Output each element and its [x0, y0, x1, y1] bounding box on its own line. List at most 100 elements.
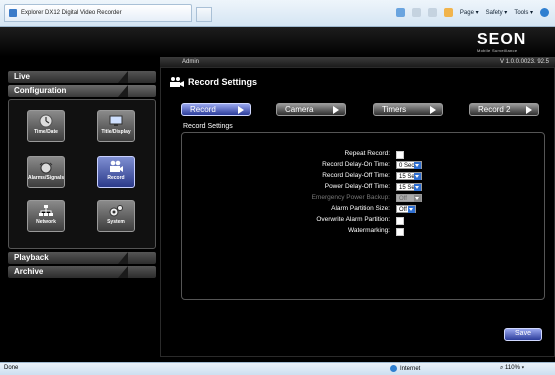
config-time-date-label: Time/Date	[34, 129, 58, 135]
partition-size-row: Alarm Partition Size: Off	[182, 205, 544, 215]
nav-live[interactable]: Live	[8, 71, 156, 83]
nav-playback-label: Playback	[14, 253, 49, 262]
dropdown-arrow-icon	[408, 206, 415, 213]
power-delay-label: Power Delay-Off Time:	[324, 183, 390, 190]
zoom-control[interactable]: ⌕ 110% ▾	[500, 365, 524, 372]
browser-status-bar: Done Internet ⌕ 110% ▾	[0, 362, 555, 375]
dropdown-arrow-icon	[414, 173, 421, 180]
config-system-label: System	[107, 219, 125, 225]
tab-arrow-icon	[526, 106, 532, 114]
emergency-power-value: Off	[399, 196, 407, 202]
overwrite-row: Overwrite Alarm Partition:	[182, 216, 544, 226]
seon-logo: SEON Mobile Surveillance	[477, 32, 545, 54]
tab-arrow-icon	[238, 106, 244, 114]
nav-configuration-tab-edge	[118, 85, 128, 97]
nav-archive-label: Archive	[14, 267, 44, 276]
overwrite-label: Overwrite Alarm Partition:	[316, 216, 390, 223]
config-title-display-button[interactable]: Title/Display	[97, 110, 135, 142]
delay-off-select[interactable]: 15 Sec.	[396, 172, 422, 180]
help-icon[interactable]	[540, 8, 549, 17]
emergency-power-label: Emergency Power Backup:	[311, 194, 390, 201]
tab-camera[interactable]: Camera	[276, 103, 346, 116]
save-button[interactable]: Save	[504, 328, 542, 341]
settings-tabs: Record Camera Timers Record 2	[181, 103, 541, 117]
page-menu[interactable]: Page ▾	[460, 9, 479, 16]
tab-record-2[interactable]: Record 2	[469, 103, 539, 116]
emergency-power-select: Off	[396, 194, 422, 202]
record-settings-box: Repeat Record: Record Delay-On Time: 0 S…	[181, 132, 545, 300]
nav-configuration[interactable]: Configuration	[8, 85, 156, 97]
page-title-text: Record Settings	[188, 77, 258, 87]
config-record-button[interactable]: Record	[97, 156, 135, 188]
config-network-button[interactable]: Network	[27, 200, 65, 232]
dropdown-arrow-icon	[414, 162, 421, 169]
power-delay-select[interactable]: 15 Sec.	[396, 183, 422, 191]
logo-word: SEON	[477, 31, 527, 48]
nav-configuration-label: Configuration	[14, 86, 67, 95]
dropdown-arrow-icon	[414, 184, 421, 191]
user-label: Admin	[182, 59, 200, 65]
tab-record-label: Record	[190, 105, 216, 114]
config-alarms-signals-button[interactable]: Alarms/Signals	[27, 156, 65, 188]
tools-menu[interactable]: Tools ▾	[514, 9, 533, 16]
partition-size-select[interactable]: Off	[396, 205, 416, 213]
delay-off-row: Record Delay-Off Time: 15 Sec.	[182, 172, 544, 182]
page-title: Record Settings	[169, 76, 257, 88]
globe-icon	[390, 365, 397, 372]
logo-tagline: Mobile Surveillance	[477, 48, 518, 53]
watermarking-label: Watermarking:	[347, 227, 390, 234]
tab-arrow-icon	[333, 106, 339, 114]
delay-on-label: Record Delay-On Time:	[322, 161, 390, 168]
print-icon[interactable]	[443, 8, 453, 17]
config-system-button[interactable]: System	[97, 200, 135, 232]
record-camera-icon	[170, 77, 184, 87]
delay-on-select[interactable]: 0 Sec.	[396, 161, 422, 169]
delay-off-label: Record Delay-Off Time:	[322, 172, 390, 179]
monitor-icon	[108, 114, 124, 128]
emergency-power-row: Emergency Power Backup: Off	[182, 194, 544, 204]
new-tab-button[interactable]	[196, 7, 212, 22]
watermarking-checkbox[interactable]	[396, 228, 404, 236]
nav-archive[interactable]: Archive	[8, 266, 156, 278]
repeat-record-checkbox[interactable]	[396, 151, 404, 159]
mail-icon[interactable]	[427, 8, 437, 17]
delay-on-row: Record Delay-On Time: 0 Sec.	[182, 161, 544, 171]
tab-record[interactable]: Record	[181, 103, 251, 116]
repeat-record-row: Repeat Record:	[182, 150, 544, 160]
tab-timers[interactable]: Timers	[373, 103, 443, 116]
dvr-app: SEON Mobile Surveillance Admin V 1.0.0.0…	[0, 27, 555, 362]
nav-playback-tab-edge	[118, 252, 128, 264]
gears-icon	[108, 204, 124, 218]
partition-size-value: Off	[399, 207, 407, 213]
overwrite-checkbox[interactable]	[396, 217, 404, 225]
main-content: Record Settings Record Camera Timers Rec…	[160, 67, 555, 357]
home-icon[interactable]	[395, 8, 405, 17]
security-zone-label: Internet	[400, 365, 421, 372]
info-bar: Admin V 1.0.0.0023. 92.5	[160, 57, 555, 67]
safety-menu[interactable]: Safety ▾	[486, 9, 508, 16]
tab-camera-label: Camera	[285, 105, 314, 114]
version-label: V 1.0.0.0023. 92.5	[499, 59, 549, 65]
config-title-display-label: Title/Display	[101, 129, 131, 135]
status-text: Done	[4, 365, 19, 371]
config-record-label: Record	[107, 175, 125, 181]
browser-tab[interactable]: Explorer DX12 Digital Video Recorder	[4, 4, 192, 22]
sidebar: Live Configuration Time/Date Title/Displ…	[8, 71, 156, 280]
nav-playback[interactable]: Playback	[8, 252, 156, 264]
browser-tab-title: Explorer DX12 Digital Video Recorder	[21, 10, 122, 16]
tab-timers-label: Timers	[382, 105, 407, 114]
nav-archive-tab-edge	[118, 266, 128, 278]
camera-icon	[108, 160, 124, 174]
config-network-label: Network	[36, 219, 56, 225]
config-time-date-button[interactable]: Time/Date	[27, 110, 65, 142]
nav-live-label: Live	[14, 72, 31, 81]
clock-icon	[38, 114, 54, 128]
dropdown-arrow-icon	[414, 195, 421, 202]
page-favicon-icon	[9, 9, 17, 17]
tab-arrow-icon	[430, 106, 436, 114]
partition-size-label: Alarm Partition Size:	[331, 205, 390, 212]
section-title: Record Settings	[183, 123, 233, 130]
feeds-icon[interactable]	[411, 8, 421, 17]
brand-bar: SEON Mobile Surveillance	[0, 27, 555, 57]
watermarking-row: Watermarking:	[182, 227, 544, 237]
